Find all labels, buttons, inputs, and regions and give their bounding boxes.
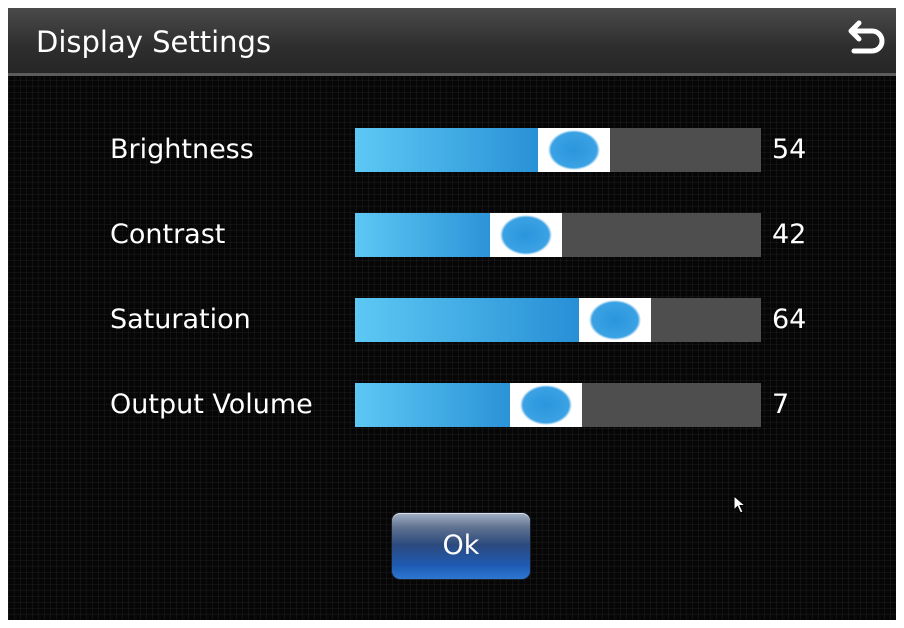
saturation-value: 64 (772, 304, 807, 335)
saturation-slider-thumb[interactable] (578, 298, 651, 342)
saturation-row: Saturation 64 (8, 298, 896, 342)
contrast-slider-thumb[interactable] (489, 213, 562, 257)
output-volume-slider[interactable] (355, 383, 761, 427)
output-volume-row: Output Volume 7 (8, 383, 896, 427)
back-button[interactable] (842, 20, 890, 68)
contrast-value: 42 (772, 219, 807, 250)
ok-button[interactable]: Ok (392, 513, 530, 579)
saturation-slider[interactable] (355, 298, 761, 342)
output-volume-value: 7 (772, 389, 790, 420)
saturation-label: Saturation (110, 304, 251, 335)
saturation-slider-fill (355, 298, 615, 342)
page-title: Display Settings (36, 25, 272, 59)
title-bar: Display Settings (8, 8, 896, 76)
contrast-label: Contrast (110, 219, 226, 250)
brightness-value: 54 (772, 134, 807, 165)
brightness-slider[interactable] (355, 128, 761, 172)
brightness-row: Brightness 54 (8, 128, 896, 172)
display-settings-screen: Display Settings Brightness 54 Contrast … (8, 8, 896, 620)
back-arrow-icon (848, 20, 885, 54)
contrast-row: Contrast 42 (8, 213, 896, 257)
brightness-label: Brightness (110, 134, 254, 165)
output-volume-slider-thumb[interactable] (509, 383, 582, 427)
output-volume-label: Output Volume (110, 389, 313, 420)
brightness-slider-thumb[interactable] (538, 128, 611, 172)
contrast-slider[interactable] (355, 213, 761, 257)
mouse-pointer-icon (732, 495, 750, 515)
